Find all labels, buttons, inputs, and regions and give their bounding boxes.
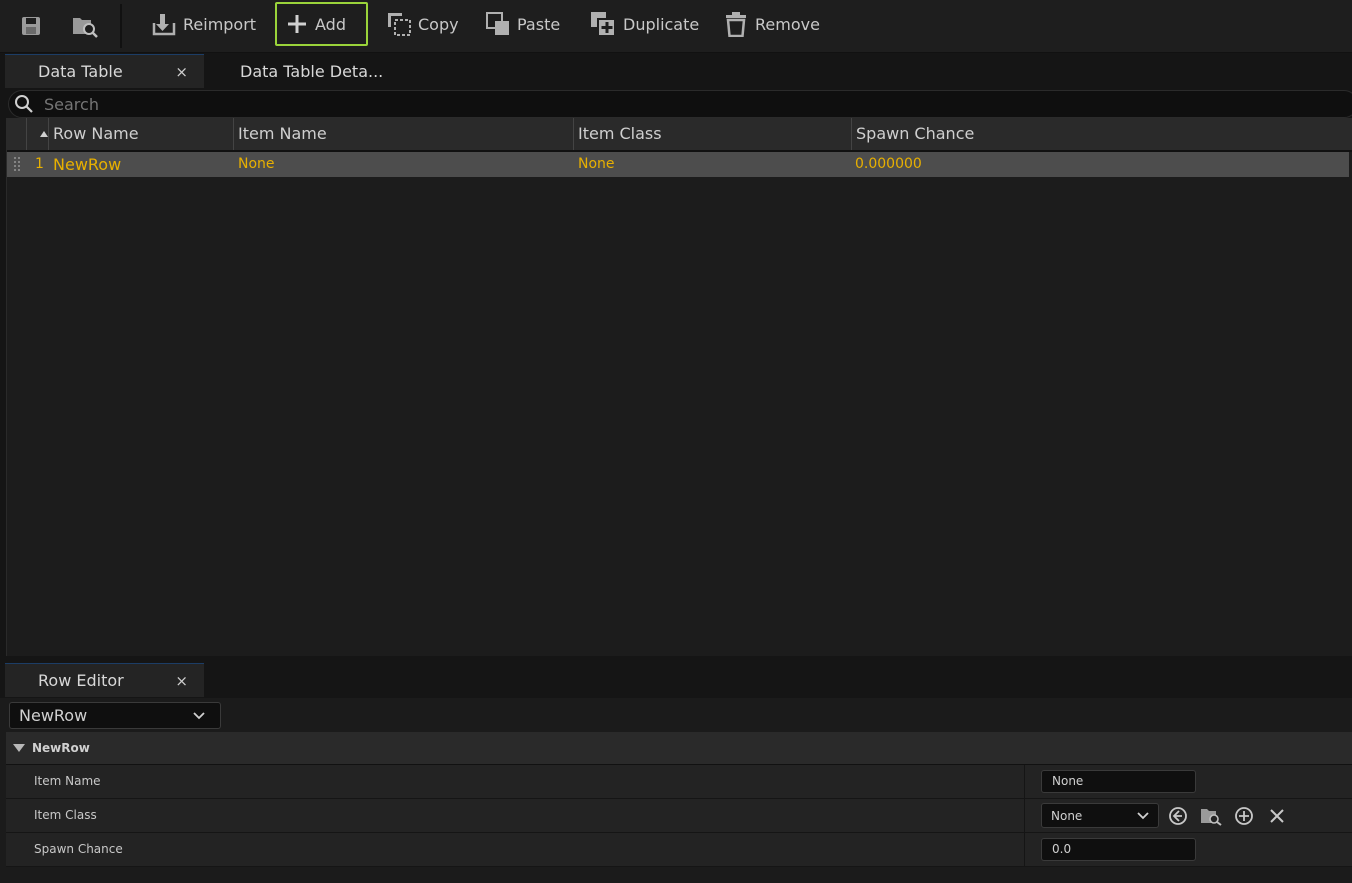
chevron-down-icon [1137,811,1149,819]
row-editor-tab-bar: Row Editor × [0,662,1352,697]
header-item-class[interactable]: Item Class [574,118,852,150]
duplicate-icon [591,12,616,37]
trash-icon [726,12,746,37]
close-icon[interactable]: × [175,672,188,690]
property-row-item-name: Item Name None [6,765,1352,799]
column-splitter[interactable] [1024,799,1025,832]
table-row[interactable]: 1 NewRow None None 0.000000 [7,152,1349,177]
remove-button[interactable]: Remove [715,2,828,46]
drag-handle-icon[interactable] [13,156,21,173]
row-select-dropdown[interactable]: NewRow [9,702,221,729]
browse-icon[interactable] [68,10,102,42]
toolbar: Reimport Add Copy Paste Duplicate Remove [0,0,1352,53]
paste-icon [486,12,509,35]
property-label: Spawn Chance [34,842,123,856]
item-class-value: None [1051,808,1083,823]
spawn-chance-cell[interactable]: 0.000000 [851,152,922,177]
tab-data-table-label: Data Table [38,62,123,81]
tab-data-table[interactable]: Data Table × [5,54,204,88]
header-drag-column [7,118,27,150]
row-select-value: NewRow [19,706,88,725]
paste-button[interactable]: Paste [477,2,568,46]
property-label: Item Name [34,774,101,788]
item-class-dropdown[interactable]: None [1041,803,1159,828]
close-icon[interactable]: × [175,63,188,81]
category-header-newrow[interactable]: NewRow [6,732,1352,765]
tab-data-table-details[interactable]: Data Table Deta... [207,54,407,88]
plus-icon [288,15,306,33]
copy-button[interactable]: Copy [378,2,467,46]
paste-label: Paste [517,14,561,34]
property-label: Item Class [34,808,97,822]
header-index-column[interactable] [27,118,49,150]
reimport-label: Reimport [183,14,257,34]
search-icon [15,95,33,113]
copy-label: Copy [418,14,459,34]
browse-icon[interactable] [1200,805,1222,827]
data-table: Row Name Item Name Item Class Spawn Chan… [6,118,1352,656]
clear-icon[interactable] [1266,805,1288,827]
row-index: 1 [35,156,44,172]
row-name-cell[interactable]: NewRow [49,152,121,177]
tab-row-editor[interactable]: Row Editor × [5,663,204,697]
duplicate-button[interactable]: Duplicate [581,2,707,46]
reimport-icon [152,14,176,36]
row-editor-panel: NewRow NewRow Item Name None Item Class … [0,698,1352,883]
add-label: Add [315,14,346,34]
header-row-name[interactable]: Row Name [49,118,234,150]
tab-row-editor-label: Row Editor [38,671,124,690]
remove-label: Remove [755,14,820,34]
table-header: Row Name Item Name Item Class Spawn Chan… [7,118,1352,152]
category-title: NewRow [32,741,90,755]
column-splitter[interactable] [1024,765,1025,798]
reimport-button[interactable]: Reimport [143,2,264,46]
property-row-item-class: Item Class None [6,799,1352,833]
use-selected-icon[interactable] [1167,805,1189,827]
search-box[interactable] [8,90,1352,118]
sort-ascending-icon [40,131,48,137]
search-input[interactable] [42,93,1246,115]
item-name-cell[interactable]: None [234,152,275,177]
collapse-arrow-icon [13,744,25,752]
tab-data-table-details-label: Data Table Deta... [240,61,384,81]
toolbar-separator [120,4,122,48]
tab-bar: Data Table × Data Table Deta... [0,54,1352,90]
column-splitter[interactable] [1024,833,1025,866]
chevron-down-icon [193,711,205,719]
add-button[interactable]: Add [275,2,368,46]
copy-icon [388,13,411,36]
item-class-cell[interactable]: None [574,152,615,177]
add-circle-icon[interactable] [1233,805,1255,827]
header-item-name[interactable]: Item Name [234,118,574,150]
duplicate-label: Duplicate [623,14,700,34]
save-icon[interactable] [14,10,48,42]
property-row-spawn-chance: Spawn Chance 0.0 [6,833,1352,867]
header-spawn-chance[interactable]: Spawn Chance [852,118,1352,150]
item-name-field[interactable]: None [1041,770,1196,793]
spawn-chance-field[interactable]: 0.0 [1041,838,1196,861]
